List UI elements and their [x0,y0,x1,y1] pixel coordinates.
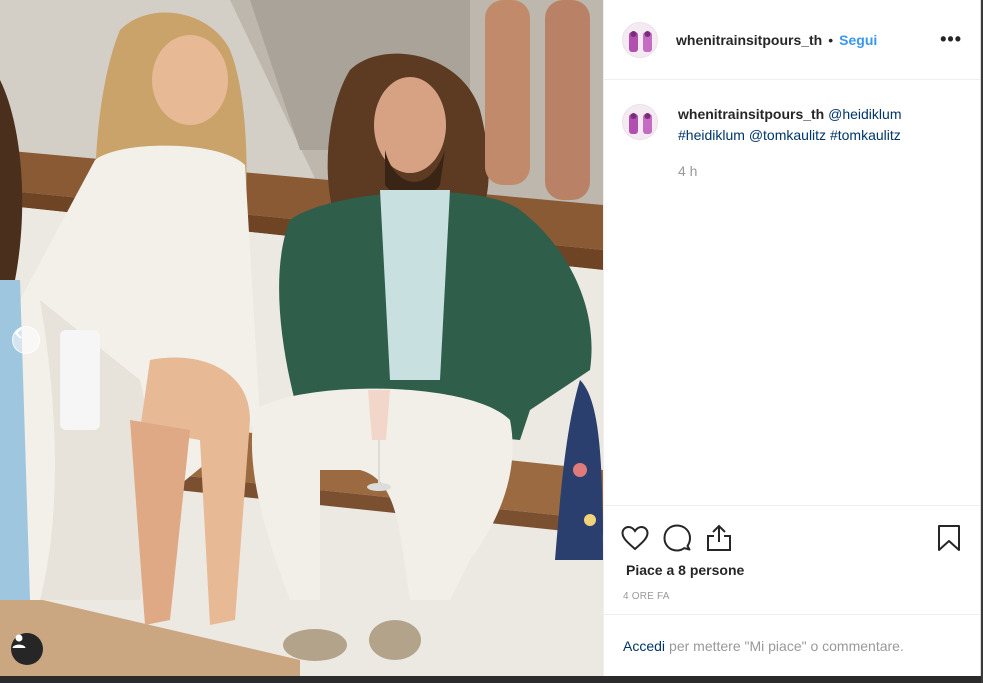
like-button[interactable] [618,521,652,555]
heart-icon [621,525,649,551]
hashtag-link[interactable]: #heidiklum [678,127,745,143]
post-header: whenitrainsitpours_th • Segui ••• [604,0,980,80]
header-username[interactable]: whenitrainsitpours_th [676,32,822,48]
action-icons [604,506,980,558]
avatar[interactable] [622,21,658,58]
more-options-button[interactable]: ••• [940,29,962,50]
chevron-left-icon [14,327,22,339]
caption-username[interactable]: whenitrainsitpours_th [678,106,824,122]
login-prompt-text: per mettere "Mi piace" o commentare. [669,637,904,654]
login-link[interactable]: Accedi [623,638,665,654]
post-side-panel: whenitrainsitpours_th • Segui ••• whenit… [603,0,981,676]
mention-link[interactable]: @heidiklum [828,106,901,122]
user-icon [12,634,26,648]
tagged-users-button[interactable] [11,633,43,665]
post-photo[interactable] [0,0,603,683]
login-prompt: Accedi per mettere "Mi piace" o commenta… [604,614,980,676]
separator-dot: • [828,31,834,48]
comment-button[interactable] [660,521,694,555]
avatar-image [623,22,657,57]
mention-link[interactable]: @tomkaulitz [749,127,826,143]
likes-count[interactable]: Piace a 8 persone [604,558,980,578]
bookmark-icon [938,525,960,551]
share-button[interactable] [702,521,736,555]
window-bottom-edge [0,676,983,683]
save-button[interactable] [932,521,966,555]
post-timestamp[interactable]: 4 ORE FA [604,578,980,602]
comment-icon [663,524,691,552]
avatar-image [623,105,657,139]
hashtag-link[interactable]: #tomkaulitz [830,127,901,143]
caption: whenitrainsitpours_th @heidiklum #heidik… [604,80,980,182]
caption-text: whenitrainsitpours_th @heidiklum #heidik… [678,104,901,182]
post-actions: Piace a 8 persone 4 ORE FA [604,505,980,613]
follow-button[interactable]: Segui [839,32,877,48]
caption-avatar[interactable] [622,104,658,140]
photo-illustration [0,0,603,683]
share-icon [707,524,731,551]
caption-time[interactable]: 4 h [678,161,901,182]
carousel-prev-button[interactable] [12,326,40,354]
